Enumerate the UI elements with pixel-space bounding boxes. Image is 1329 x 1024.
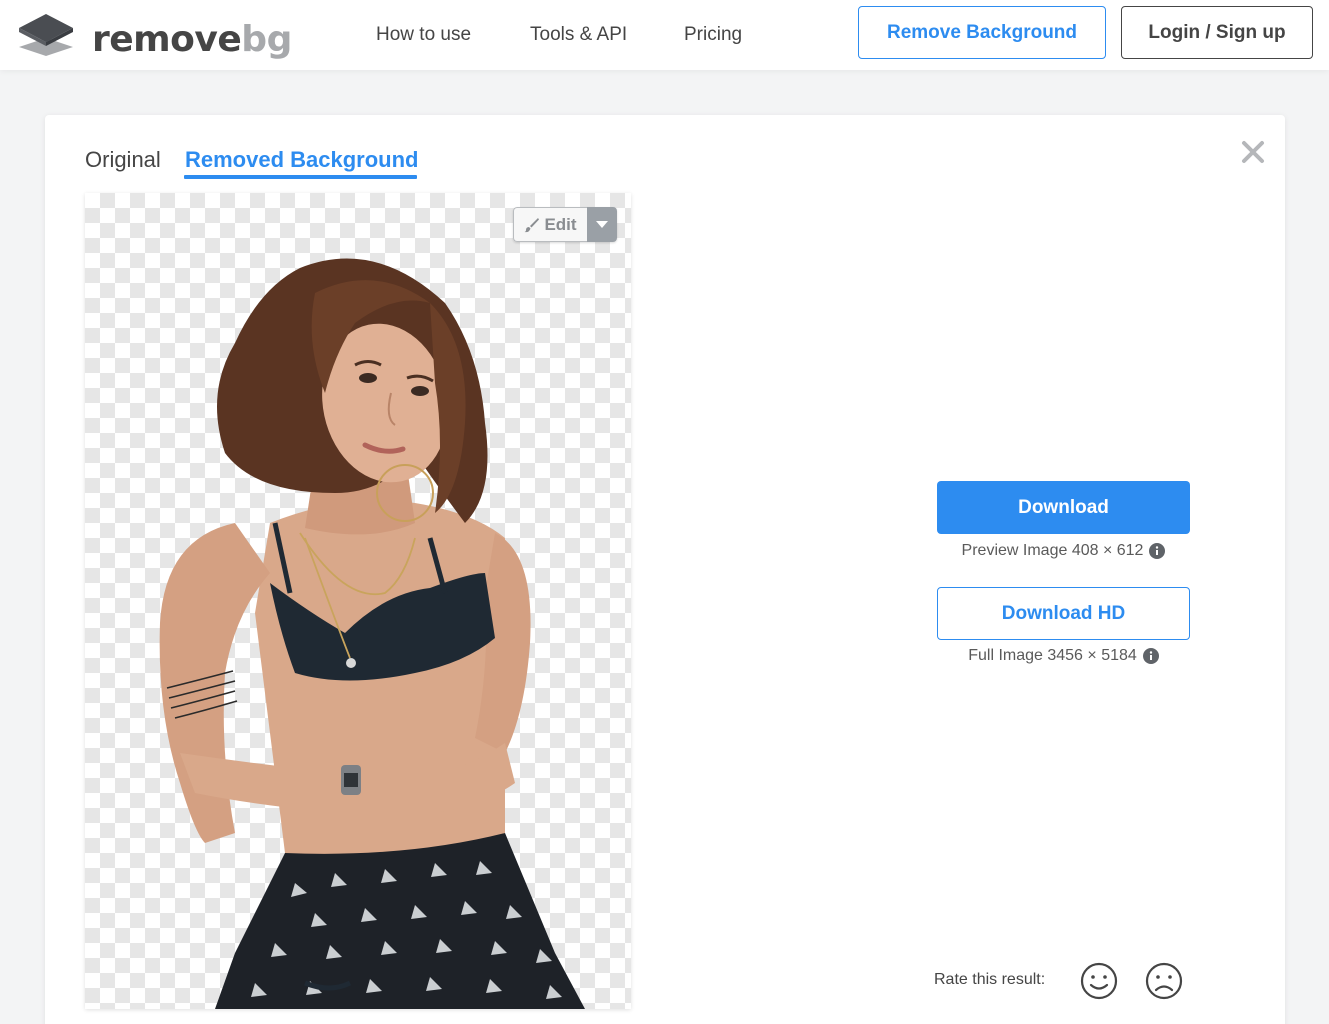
full-image-size: Full Image 3456 × 5184	[968, 647, 1137, 664]
removebg-logo[interactable]: removebg	[16, 12, 306, 60]
preview-image-size: Preview Image 408 × 612	[961, 542, 1144, 559]
edit-button[interactable]: Edit	[513, 207, 587, 242]
logo-layers-icon	[19, 14, 73, 56]
caret-down-icon	[596, 220, 608, 228]
info-icon[interactable]	[1149, 543, 1166, 559]
edit-button-label: Edit	[544, 214, 577, 234]
tab-removed-background[interactable]: Removed Background	[185, 145, 419, 175]
download-hd-button[interactable]: Download HD	[937, 587, 1190, 640]
result-image-preview[interactable]: Edit	[85, 193, 631, 1009]
result-card: Original Removed Background Edit Downloa…	[45, 115, 1285, 1024]
logo-text-remove: remove	[92, 19, 242, 60]
edit-options-dropdown[interactable]	[587, 207, 617, 242]
brush-icon	[524, 217, 540, 232]
logo-text-bg: bg	[241, 19, 292, 60]
preview-image-caption: Preview Image 408 × 612	[937, 542, 1190, 560]
nav-tools-api[interactable]: Tools & API	[530, 22, 627, 48]
rate-result-label: Rate this result:	[934, 971, 1046, 988]
tab-original[interactable]: Original	[85, 145, 161, 175]
info-icon[interactable]	[1142, 648, 1159, 664]
full-image-caption: Full Image 3456 × 5184	[937, 647, 1190, 665]
sad-face-icon[interactable]	[1145, 962, 1183, 1000]
cutout-subject-photo	[159, 258, 585, 1009]
download-button[interactable]: Download	[937, 481, 1190, 534]
edit-button-group: Edit	[513, 207, 617, 242]
nav-pricing[interactable]: Pricing	[684, 22, 742, 48]
smiley-face-icon[interactable]	[1080, 962, 1118, 1000]
active-tab-underline	[184, 175, 417, 179]
remove-background-button[interactable]: Remove Background	[858, 6, 1106, 59]
nav-how-to-use[interactable]: How to use	[376, 22, 471, 48]
top-navigation-bar: removebg How to use Tools & API Pricing …	[0, 0, 1329, 70]
login-signup-button[interactable]: Login / Sign up	[1121, 6, 1313, 59]
close-icon[interactable]	[1240, 139, 1266, 165]
